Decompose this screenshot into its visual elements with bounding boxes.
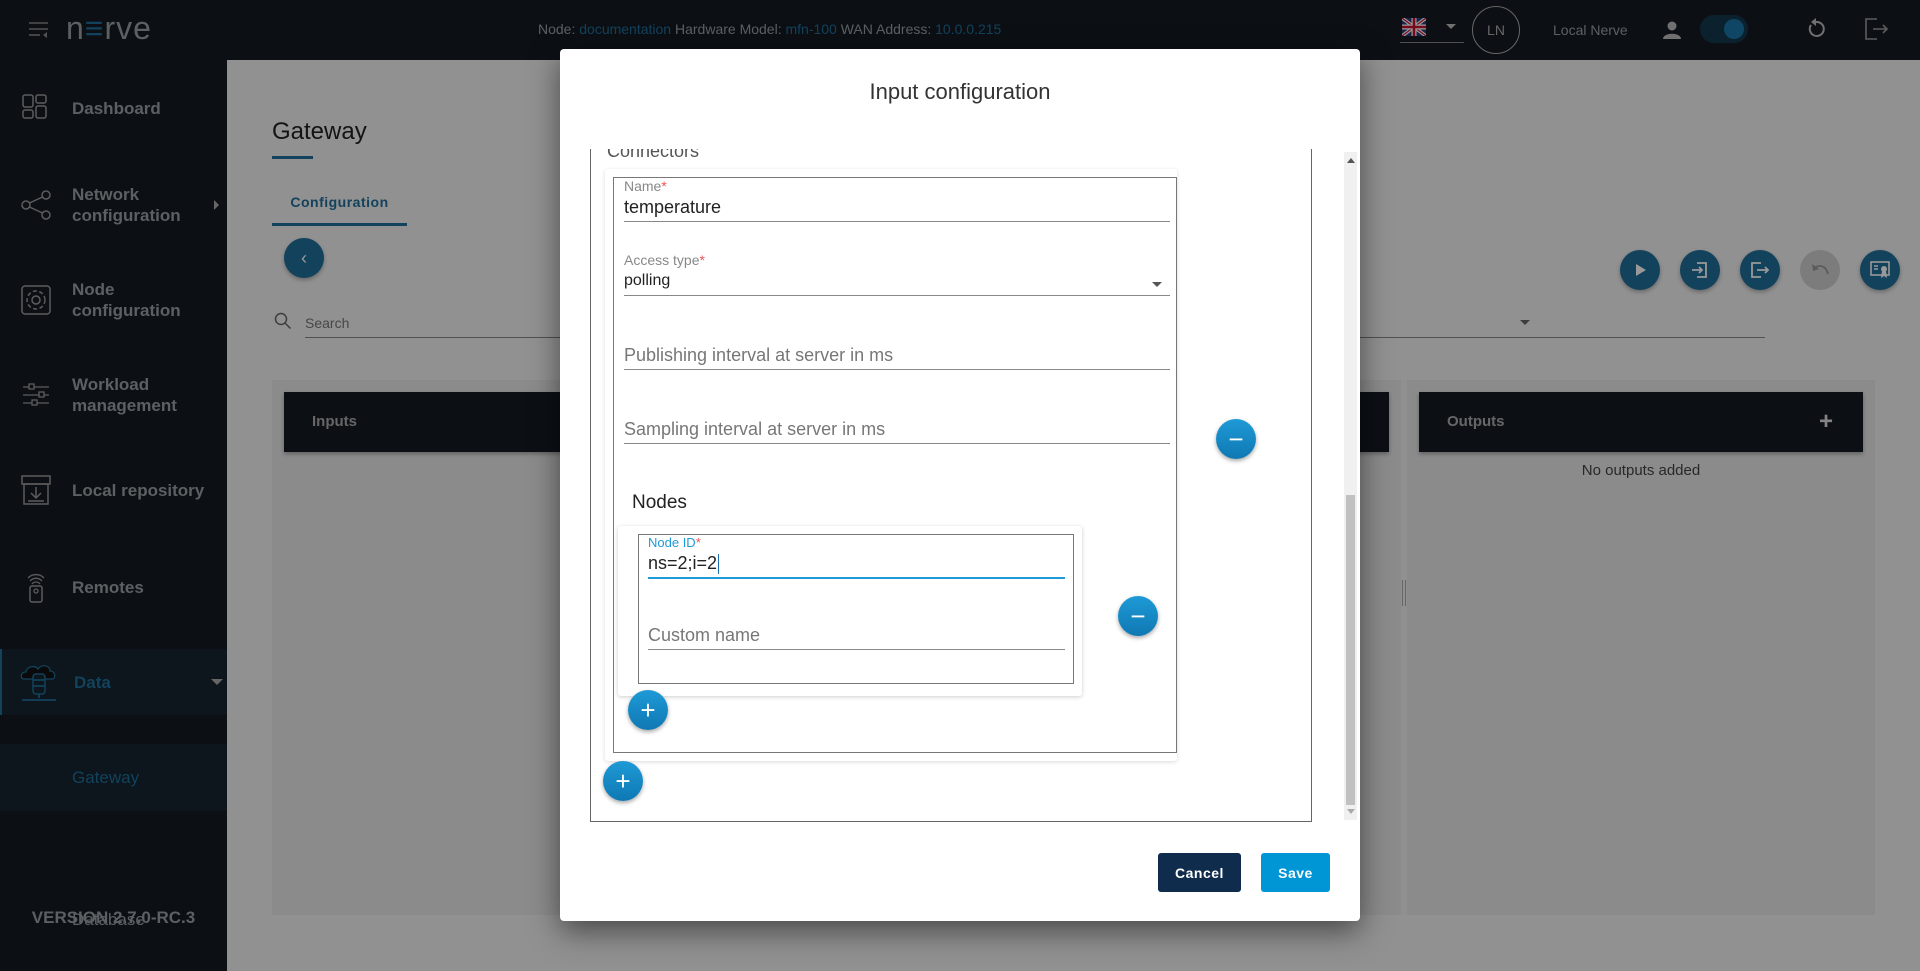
dialog-scroll-area[interactable]: Connectors* Name* temperature Access typ… <box>590 149 1312 822</box>
save-button[interactable]: Save <box>1261 853 1330 892</box>
access-type-value[interactable]: polling <box>624 269 1170 293</box>
input-configuration-dialog: Input configuration Connectors* Name* te… <box>560 49 1360 921</box>
node-form: Node ID* ns=2;i=2 Custom name <box>638 534 1074 684</box>
field-label: Access type* <box>624 252 705 268</box>
dialog-title: Input configuration <box>869 79 1051 104</box>
chevron-down-icon <box>1152 282 1162 287</box>
access-type-select[interactable]: Access type* polling <box>624 252 1170 296</box>
connector-form: Name* temperature Access type* polling P… <box>613 177 1177 753</box>
plus-icon: + <box>640 695 656 725</box>
cancel-button[interactable]: Cancel <box>1158 853 1241 892</box>
scroll-up-arrow-icon[interactable] <box>1347 158 1355 163</box>
text-cursor <box>718 554 720 575</box>
nodes-title: Nodes <box>632 492 687 513</box>
custom-name-field[interactable]: Custom name <box>648 623 1065 650</box>
node-id-input[interactable]: ns=2;i=2 <box>648 551 1065 575</box>
connector-name-field[interactable]: Name* temperature <box>624 178 1170 222</box>
field-label: Node ID* <box>648 535 701 550</box>
add-connector-button[interactable]: + <box>603 761 643 801</box>
remove-connector-button[interactable]: − <box>1216 419 1256 459</box>
connector-name-input[interactable]: temperature <box>624 195 1170 219</box>
add-node-button[interactable]: + <box>628 690 668 730</box>
connector-card: Name* temperature Access type* polling P… <box>605 169 1177 761</box>
custom-name-input[interactable]: Custom name <box>648 623 1065 647</box>
minus-icon: − <box>1228 424 1244 454</box>
sampling-interval-field[interactable]: Sampling interval at server in ms <box>624 417 1170 444</box>
publishing-interval-input[interactable]: Publishing interval at server in ms <box>624 343 1170 367</box>
scrollbar-thumb[interactable] <box>1346 495 1355 805</box>
field-label: Name* <box>624 178 667 194</box>
connectors-label: Connectors* <box>607 149 703 161</box>
sampling-interval-input[interactable]: Sampling interval at server in ms <box>624 417 1170 441</box>
publishing-interval-field[interactable]: Publishing interval at server in ms <box>624 343 1170 370</box>
plus-icon: + <box>615 766 631 796</box>
minus-icon: − <box>1130 601 1146 631</box>
remove-node-button[interactable]: − <box>1118 596 1158 636</box>
node-id-field[interactable]: Node ID* ns=2;i=2 <box>648 535 1065 579</box>
scroll-down-arrow-icon[interactable] <box>1347 809 1355 814</box>
node-card: Node ID* ns=2;i=2 Custom name <box>618 526 1082 696</box>
dialog-scrollbar[interactable] <box>1344 152 1357 820</box>
